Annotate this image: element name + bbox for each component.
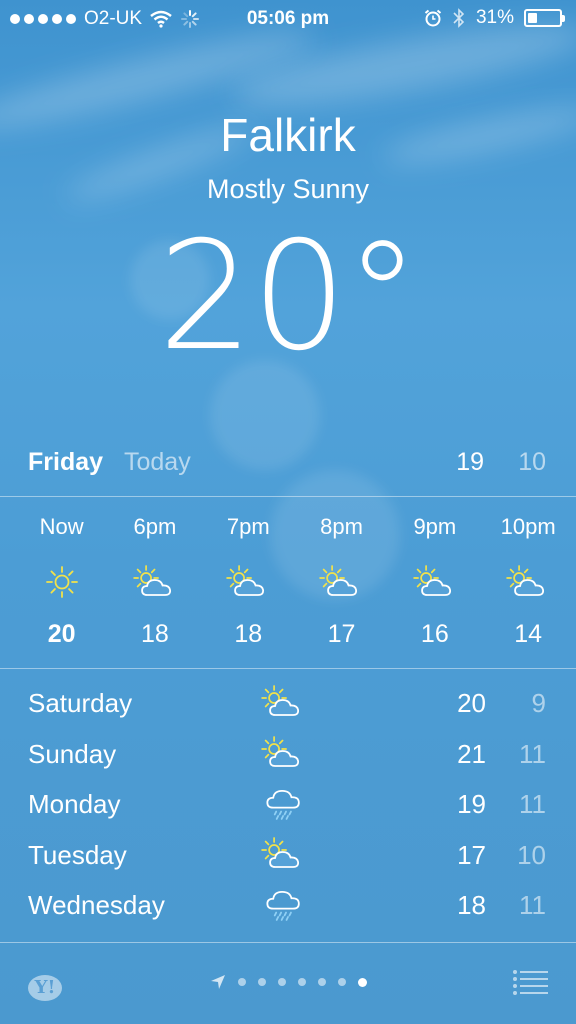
page-dot[interactable] (317, 978, 326, 986)
forecast-high: 18 (457, 890, 486, 920)
hourly-item: 6pm 18 (108, 510, 201, 660)
bottom-toolbar: Y! (0, 944, 576, 1024)
hourly-item: 10pm 14 (481, 510, 574, 660)
hourly-forecast[interactable]: Now 20 6pm 18 7pm 18 8pm 17 9pm 16 10pm (15, 510, 575, 660)
hour-temperature: 20 (47, 620, 76, 648)
hour-label: 6pm (133, 514, 177, 539)
forecast-high: 20 (457, 688, 486, 718)
page-dot[interactable] (257, 978, 266, 986)
today-low: 10 (518, 448, 546, 476)
city-list-icon[interactable] (512, 968, 550, 998)
forecast-day: Wednesday (28, 890, 165, 920)
bluetooth-icon (453, 8, 465, 28)
page-dot[interactable] (297, 978, 306, 986)
forecast-row: Tuesday 17 10 (0, 832, 576, 883)
page-dot[interactable] (337, 978, 346, 986)
rain-cloud-icon (258, 781, 308, 825)
forecast-day: Tuesday (28, 839, 127, 870)
hour-temperature: 14 (514, 620, 543, 648)
forecast-low: 11 (519, 738, 546, 769)
today-day: Friday (28, 448, 104, 476)
hour-label: 7pm (226, 514, 270, 539)
forecast-row: Monday 19 11 (0, 781, 576, 832)
partly-cloudy-icon (481, 558, 574, 606)
forecast-row: Sunday 21 11 (0, 731, 576, 782)
forecast-high: 19 (457, 789, 486, 819)
forecast-low: 11 (519, 789, 546, 819)
weather-condition: Mostly Sunny (206, 174, 370, 204)
forecast-day: Saturday (28, 688, 133, 718)
partly-cloudy-icon (258, 680, 308, 724)
partly-cloudy-icon (258, 731, 308, 775)
hour-temperature: 18 (234, 620, 263, 648)
page-indicator[interactable] (0, 974, 576, 990)
alarm-icon (424, 9, 442, 27)
forecast-row: Wednesday 18 11 (0, 882, 576, 933)
hour-label: 10pm (500, 514, 556, 539)
hourly-item: Now 20 (15, 510, 108, 660)
forecast-high: 21 (457, 738, 486, 769)
hour-label: Now (39, 514, 84, 539)
battery-icon (524, 9, 565, 27)
forecast-row: Saturday 20 9 (0, 680, 576, 731)
location-arrow-icon (210, 975, 225, 989)
today-high: 19 (456, 448, 484, 476)
forecast-high: 17 (457, 839, 486, 870)
city-name: Falkirk (220, 109, 356, 161)
partly-cloudy-icon (295, 558, 388, 606)
forecast-low: 11 (519, 890, 546, 920)
today-summary: Friday Today 19 10 (0, 448, 576, 486)
forecast-day: Monday (28, 789, 121, 819)
status-bar: O2-UK 05:06 pm 31% (0, 0, 576, 40)
current-temperature: 20° (158, 210, 420, 384)
page-dot[interactable] (237, 978, 246, 986)
hourly-item: 9pm 16 (388, 510, 481, 660)
partly-cloudy-icon (108, 558, 201, 606)
hourly-item: 7pm 18 (202, 510, 295, 660)
divider (0, 942, 576, 943)
rain-cloud-icon (258, 882, 308, 926)
page-dot[interactable] (277, 978, 286, 986)
page-dot[interactable] (357, 977, 367, 987)
weather-screen: O2-UK 05:06 pm 31% Falkirk Mostly Sunny … (0, 0, 576, 1024)
divider (0, 668, 576, 669)
hour-temperature: 18 (141, 620, 169, 648)
forecast-day: Sunday (28, 738, 117, 769)
hour-label: 8pm (320, 514, 363, 539)
partly-cloudy-icon (258, 832, 308, 876)
battery-percentage: 31% (475, 7, 514, 28)
hour-temperature: 17 (327, 620, 356, 648)
today-label: Today (124, 448, 191, 476)
sun-icon (15, 558, 108, 606)
forecast-low: 9 (531, 688, 546, 718)
partly-cloudy-icon (202, 558, 295, 606)
partly-cloudy-icon (388, 558, 481, 606)
divider (0, 496, 576, 497)
hour-temperature: 16 (420, 620, 449, 648)
hour-label: 9pm (413, 514, 457, 539)
daily-forecast: Saturday 20 9 Sunday 21 11 Monday 19 11 … (0, 680, 576, 933)
hourly-item: 8pm 17 (295, 510, 388, 660)
forecast-low: 10 (517, 839, 546, 870)
